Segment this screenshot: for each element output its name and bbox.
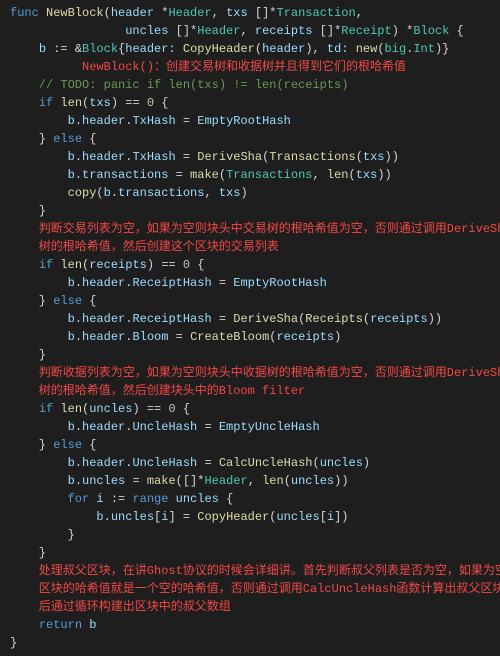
code-line: b.header.TxHash = EmptyRootHash	[10, 112, 500, 130]
comment-red: 后通过循环构建出区块中的叔父数组	[10, 598, 500, 616]
comment-red: 区块的哈希值就是一个空的哈希值，否则通过调用CalcUncleHash函数计算出…	[10, 580, 500, 598]
code-line: } else {	[10, 130, 500, 148]
comment-red: 处理叔父区块，在讲Ghost协议的时候会详细讲。首先判断叔父列表是否为空，如果为…	[10, 562, 500, 580]
code-line: b.header.TxHash = DeriveSha(Transactions…	[10, 148, 500, 166]
comment-red: 判断收据列表为空，如果为空则块头中收据树的根哈希值为空，否则通过调用Derive…	[10, 364, 500, 382]
code-line: if len(uncles) == 0 {	[10, 400, 500, 418]
code-line: copy(b.transactions, txs)	[10, 184, 500, 202]
code-line: if len(receipts) == 0 {	[10, 256, 500, 274]
comment-red: 树的根哈希值，然后创建这个区块的交易列表	[10, 238, 500, 256]
code-line: return b	[10, 616, 500, 634]
comment-red: 判断交易列表为空，如果为空则块头中交易树的根哈希值为空，否则通过调用Derive…	[10, 220, 500, 238]
code-line: b.header.UncleHash = EmptyUncleHash	[10, 418, 500, 436]
code-line: func NewBlock(header *Header, txs []*Tra…	[10, 4, 500, 22]
code-line: }	[10, 544, 500, 562]
code-line: b := &Block{header: CopyHeader(header), …	[10, 40, 500, 58]
code-line: b.header.UncleHash = CalcUncleHash(uncle…	[10, 454, 500, 472]
code-line: }	[10, 526, 500, 544]
comment-red: NewBlock()：创建交易树和收据树并且得到它们的根哈希值	[10, 58, 500, 76]
code-line: for i := range uncles {	[10, 490, 500, 508]
code-line: b.header.Bloom = CreateBloom(receipts)	[10, 328, 500, 346]
code-line: b.transactions = make(Transactions, len(…	[10, 166, 500, 184]
code-line: b.header.ReceiptHash = EmptyRootHash	[10, 274, 500, 292]
code-line: } else {	[10, 436, 500, 454]
code-line: b.uncles = make([]*Header, len(uncles))	[10, 472, 500, 490]
code-line: }	[10, 202, 500, 220]
code-line: uncles []*Header, receipts []*Receipt) *…	[10, 22, 500, 40]
comment-red: 树的根哈希值，然后创建块头中的Bloom filter	[10, 382, 500, 400]
code-line: }	[10, 346, 500, 364]
code-editor[interactable]: func NewBlock(header *Header, txs []*Tra…	[0, 0, 500, 656]
code-line: b.header.ReceiptHash = DeriveSha(Receipt…	[10, 310, 500, 328]
code-line: b.uncles[i] = CopyHeader(uncles[i])	[10, 508, 500, 526]
code-line: }	[10, 634, 500, 652]
comment-todo: // TODO: panic if len(txs) != len(receip…	[10, 76, 500, 94]
code-line: if len(txs) == 0 {	[10, 94, 500, 112]
code-line: } else {	[10, 292, 500, 310]
